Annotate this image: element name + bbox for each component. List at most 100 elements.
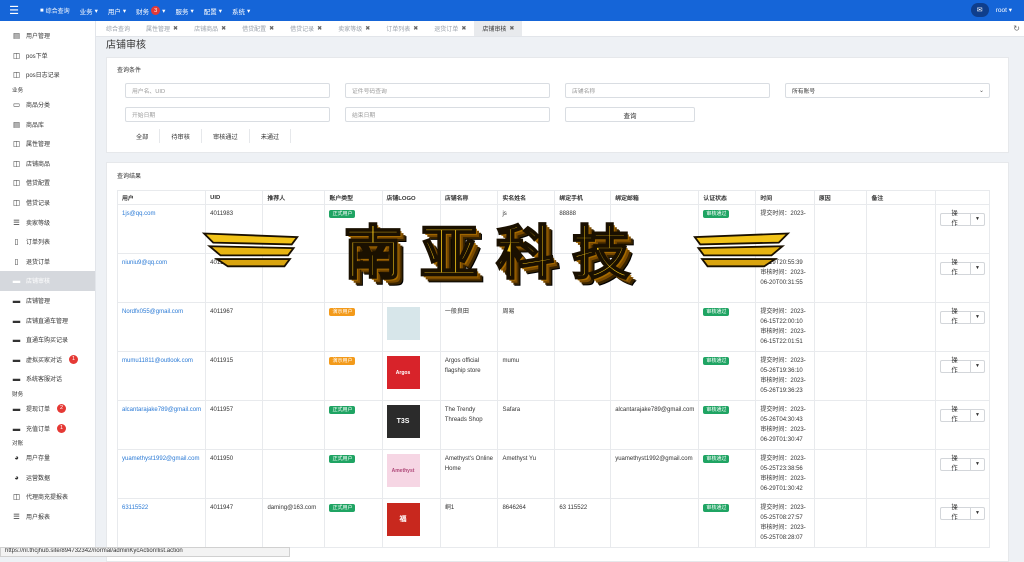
caret-down-icon[interactable]: ▼ — [971, 312, 984, 323]
tab-return-orders[interactable]: 退货订单 ✖ — [426, 21, 474, 36]
sidebar-item-loan-config[interactable]: ◫ 借贷配置 — [0, 173, 95, 193]
tab-attributes[interactable]: 属性管理 ✖ — [138, 21, 186, 36]
caret-down-icon[interactable]: ▼ — [971, 459, 984, 470]
caret-down-icon[interactable]: ▼ — [971, 263, 984, 274]
operation-button[interactable]: 操作 — [941, 455, 972, 472]
close-icon[interactable]: ✖ — [461, 25, 466, 32]
sidebar-item-recharge-orders[interactable]: ▬ 充值订单 1 — [0, 418, 95, 438]
filter-all[interactable]: 全部 — [125, 129, 161, 143]
close-icon[interactable]: ✖ — [365, 25, 370, 32]
caret-down-icon[interactable]: ▼ — [971, 361, 984, 372]
user-link[interactable]: alcantarajake789@gmail.com — [122, 407, 201, 413]
operation-button[interactable]: 操作 — [941, 357, 972, 374]
sidebar-item-product-category[interactable]: ▭ 商品分类 — [0, 95, 95, 115]
sidebar-item-product-library[interactable]: ▤ 商品库 — [0, 114, 95, 134]
close-icon[interactable]: ✖ — [173, 25, 178, 32]
tab-seller-level[interactable]: 卖家等级 ✖ — [330, 21, 378, 36]
user-search-input[interactable]: 用户名、UID — [125, 83, 330, 98]
sidebar-item-attributes[interactable]: ◫ 属性管理 — [0, 134, 95, 154]
sidebar-item-return-orders[interactable]: ▯ 退货订单 — [0, 252, 95, 272]
refresh-icon[interactable]: ↻ — [1013, 24, 1020, 33]
close-icon[interactable]: ✖ — [317, 25, 322, 32]
idno-search-input[interactable]: 证件号码查询 — [345, 83, 550, 98]
cell-status: 审核通过 — [698, 400, 757, 450]
operation-dropdown[interactable]: 操作 ▼ — [940, 259, 985, 276]
sidebar-item-shop-review[interactable]: ▬ 店铺审核 — [0, 271, 95, 291]
user-link[interactable]: yuamethyst1992@gmail.com — [122, 456, 199, 462]
user-menu[interactable]: root ▾ — [996, 6, 1012, 14]
query-button[interactable]: 查询 — [565, 107, 695, 122]
user-link[interactable]: Nordfx055@gmail.com — [122, 309, 183, 315]
top-menu-home[interactable]: ■ 综合查询 — [40, 6, 70, 16]
user-link[interactable]: mumu11811@outlook.com — [122, 358, 193, 364]
account-type-badge: 正式用户 — [329, 455, 356, 463]
start-date-input[interactable]: 开始日期 — [125, 107, 330, 122]
cell-logo: T3S — [381, 400, 441, 450]
operation-button[interactable]: 操作 — [941, 308, 972, 325]
sidebar-item-express-management[interactable]: ▬ 店铺直通车管理 — [0, 310, 95, 330]
menu-toggle-icon[interactable]: ☰ — [0, 0, 28, 21]
tab-overview[interactable]: 综合查询 — [96, 21, 138, 36]
shop-logo: T3S — [386, 405, 420, 438]
account-select[interactable]: 所有账号 ⌄ — [785, 83, 990, 98]
sidebar-item-shop-management[interactable]: ▬ 店铺管理 — [0, 291, 95, 311]
filter-rejected[interactable]: 未通过 — [250, 129, 292, 143]
sidebar-item-agent-report[interactable]: ◫ 代理商充提报表 — [0, 487, 95, 507]
sidebar-item-loan-records[interactable]: ◫ 借贷记录 — [0, 193, 95, 213]
tab-loan-config[interactable]: 借贷配置 ✖ — [234, 21, 282, 36]
top-menu-finance[interactable]: 财务 3 ▾ — [136, 6, 165, 16]
sidebar-item-withdraw-orders[interactable]: ▬ 提现订单 2 — [0, 399, 95, 419]
top-menu-config[interactable]: 配置 ▾ — [204, 6, 222, 16]
operation-dropdown[interactable]: 操作 ▼ — [940, 357, 985, 374]
card-icon: ▬ — [12, 403, 21, 413]
sidebar-item-pos-log[interactable]: ◫ pos日志记录 — [0, 65, 95, 85]
tab-loan-records[interactable]: 借贷记录 ✖ — [282, 21, 330, 36]
shop-name-input[interactable]: 店铺名称 — [565, 83, 770, 98]
operation-dropdown[interactable]: 操作 ▼ — [940, 308, 985, 325]
caret-down-icon[interactable]: ▼ — [971, 214, 984, 225]
user-link[interactable]: 1js@qq.com — [122, 211, 155, 217]
caret-down-icon[interactable]: ▼ — [971, 410, 984, 421]
operation-button[interactable]: 操作 — [941, 406, 972, 423]
operation-button[interactable]: 操作 — [941, 259, 972, 276]
caret-down-icon[interactable]: ▼ — [971, 508, 984, 519]
operation-button[interactable]: 操作 — [941, 504, 972, 521]
tab-shop-review[interactable]: 店铺审核 ✖ — [474, 21, 523, 36]
end-date-input[interactable]: 结束日期 — [345, 107, 550, 122]
sidebar-item-user-report[interactable]: ☰ 用户报表 — [0, 507, 95, 527]
operation-dropdown[interactable]: 操作 ▼ — [940, 504, 985, 521]
operation-button[interactable]: 操作 — [941, 210, 972, 227]
close-icon[interactable]: ✖ — [221, 25, 226, 32]
user-link[interactable]: 63115522 — [122, 505, 148, 511]
top-menu-service[interactable]: 服务 ▾ — [175, 6, 193, 16]
sidebar-item-virtual-buyer-chat[interactable]: ▬ 虚拟买家对话 1 — [0, 350, 95, 370]
review-time: 审核时间：2023-05-25T08:28:07 — [760, 525, 806, 541]
top-menu-system[interactable]: 系统 ▾ — [232, 6, 250, 16]
operation-dropdown[interactable]: 操作 ▼ — [940, 210, 985, 227]
sidebar-item-operations-data[interactable]: ◕ 运营数据 — [0, 467, 95, 487]
tab-label: 借贷配置 — [242, 27, 267, 33]
sidebar-item-express-records[interactable]: ▬ 直通车购买记录 — [0, 330, 95, 350]
sidebar-item-pos-order[interactable]: ◫ pos下单 — [0, 46, 95, 66]
top-menu-users[interactable]: 用户 ▾ — [108, 6, 126, 16]
cell-account-type: 正式用户 — [324, 400, 383, 450]
operation-dropdown[interactable]: 操作 ▼ — [940, 455, 985, 472]
sidebar-item-user-management[interactable]: ▤ 用户管理 — [0, 26, 95, 46]
user-link[interactable]: niuniu9@qq.com — [122, 260, 167, 266]
close-icon[interactable]: ✖ — [509, 25, 514, 32]
top-menu-business[interactable]: 业务 ▾ — [80, 6, 98, 16]
close-icon[interactable]: ✖ — [413, 25, 418, 32]
tab-order-list[interactable]: 订单列表 ✖ — [378, 21, 426, 36]
sidebar-item-user-stock[interactable]: ◕ 用户存量 — [0, 448, 95, 468]
tab-shop-products[interactable]: 店铺商品 ✖ — [186, 21, 234, 36]
chat-icon[interactable]: ✉ — [970, 3, 989, 17]
sidebar-item-system-support-chat[interactable]: ▬ 系统客服对话 — [0, 369, 95, 389]
sidebar-item-order-list[interactable]: ▯ 订单列表 — [0, 232, 95, 252]
filter-pending[interactable]: 待审核 — [160, 129, 202, 143]
sidebar-item-shop-products[interactable]: ◫ 店铺商品 — [0, 154, 95, 174]
sidebar-item-seller-level[interactable]: ☰ 卖家等级 — [0, 212, 95, 232]
filter-approved[interactable]: 审核通过 — [202, 129, 250, 143]
status-badge: 审核通过 — [703, 504, 730, 512]
close-icon[interactable]: ✖ — [269, 25, 274, 32]
operation-dropdown[interactable]: 操作 ▼ — [940, 406, 985, 423]
